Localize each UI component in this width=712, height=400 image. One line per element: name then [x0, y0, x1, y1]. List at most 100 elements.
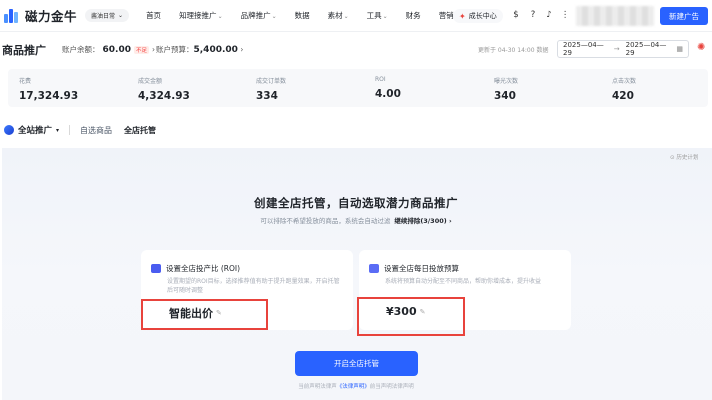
truck-icon: [151, 264, 161, 273]
tab-item[interactable]: 全店托管: [124, 125, 156, 136]
coin-icon[interactable]: $: [511, 10, 521, 20]
stat-value: 340: [494, 90, 516, 102]
logo-icon: [4, 8, 22, 23]
stat-value: 4,324.93: [138, 90, 190, 102]
nav-item-label: 知理接推广: [179, 11, 217, 20]
stat-label: ROI: [375, 76, 386, 83]
chevron-down-icon: ⌄: [118, 12, 124, 19]
scope-icon: [4, 125, 14, 135]
date-end: 2025—04—29: [625, 41, 667, 57]
footer-pre: 当前声明法律声: [298, 384, 337, 390]
stat-item: 点击次数 420: [612, 76, 636, 102]
stat-value: 420: [612, 90, 634, 102]
nav-item-label: 素材: [327, 11, 343, 20]
stat-value: 17,324.93: [19, 90, 79, 102]
nav-item[interactable]: 工具⌄: [358, 10, 397, 21]
nav-item[interactable]: 素材⌄: [319, 10, 358, 21]
stat-label: 曝光次数: [494, 78, 519, 85]
nav-item-label: 工具: [366, 11, 382, 20]
stat-item: ROI 4.00: [375, 76, 401, 100]
history-link[interactable]: ⊙ 历史计划: [670, 153, 698, 161]
logo[interactable]: 磁力金牛: [4, 6, 77, 25]
arrow-right-icon: →: [613, 45, 620, 53]
tabs-row: 全站推广 ▾ 自选商品 全店托管: [4, 124, 168, 136]
nav-item[interactable]: 财务: [397, 10, 430, 21]
legal-link[interactable]: 《法律声明》: [337, 384, 370, 390]
new-ad-button[interactable]: 新建广告: [660, 7, 708, 25]
help-icon[interactable]: ?: [528, 10, 538, 20]
date-start: 2025—04—29: [563, 41, 604, 57]
exclude-label: 继续排除(3/300): [394, 217, 447, 225]
stat-item: 成交订单数 334: [256, 76, 286, 102]
card-header: 设置全店投产比 (ROI): [151, 263, 240, 274]
stats-bar: 花费 17,324.93 成交金额 4,324.93 成交订单数 334 ROI 4.00 曝光…: [8, 69, 708, 107]
chevron-down-icon: ⌄: [382, 13, 388, 20]
caret-down-icon: ▾: [56, 126, 60, 134]
nav-item-label: 品牌推广: [240, 11, 271, 20]
user-info-blurred[interactable]: [576, 6, 654, 26]
divider: [69, 125, 71, 135]
nav-item[interactable]: 数据: [286, 10, 319, 21]
hero-subtitle: 可以排除不希望投放的商品，系统会自动过滤 继续排除(3/300) ›: [0, 215, 712, 225]
start-hosting-button[interactable]: 开启全店托管: [295, 351, 418, 376]
chevron-down-icon: ⌄: [343, 13, 349, 20]
footer-post: 前当声明法律声明: [369, 384, 414, 390]
stat-label: 花费: [19, 78, 32, 85]
growth-center-button[interactable]: ✦ 成长中心: [453, 9, 503, 23]
chevron-down-icon: ⌄: [217, 13, 223, 20]
brand-name: 磁力金牛: [25, 9, 78, 24]
stat-item: 曝光次数 340: [494, 76, 518, 102]
budget-value: 5,400.00: [193, 45, 238, 55]
scope-selector[interactable]: 全站推广 ▾: [4, 124, 59, 136]
budget-icon: [369, 264, 379, 273]
scope-label: 全站推广: [18, 126, 53, 136]
chevron-right-icon[interactable]: ›: [152, 45, 155, 54]
nav-item-label: 数据: [294, 11, 310, 20]
page-title: 商品推广: [2, 44, 46, 57]
chevron-down-icon: ⌄: [271, 13, 277, 20]
card-description: 设置期望的ROI目标，选择推荐值有助于提升跑量效果，开启托管后可随时调整: [167, 278, 340, 294]
growth-center-label: 成长中心: [468, 12, 497, 20]
budget-label: 账户预算：: [156, 45, 194, 54]
balance-value: 60.00: [102, 44, 131, 55]
apps-icon[interactable]: ⋮: [560, 10, 570, 20]
card-title: 设置全店每日投放预算: [384, 264, 459, 273]
update-time: 更新于 04-30 14:00 数据: [478, 47, 549, 54]
highlight-box: [141, 299, 268, 330]
account-balance: 账户余额： 60.00 不足 ›: [62, 44, 155, 55]
main-menu: 首页知理接推广⌄品牌推广⌄数据素材⌄工具⌄财务营销中心: [137, 10, 478, 21]
nav-item-label: 财务: [405, 11, 421, 20]
stat-label: 成交金额: [138, 78, 163, 85]
exclude-link[interactable]: 继续排除(3/300) ›: [394, 217, 451, 225]
footer-note: 当前声明法律声《法律声明》前当声明法律声明: [0, 382, 712, 390]
nav-item[interactable]: 首页: [137, 10, 170, 21]
tab-list: 自选商品 全店托管: [80, 125, 168, 136]
balance-label: 账户余额：: [62, 45, 100, 54]
shop-name: 酱油日常: [91, 13, 116, 20]
status-badge: 不足: [133, 45, 149, 54]
history-label: 历史计划: [676, 155, 699, 161]
alert-icon[interactable]: ✺: [697, 42, 705, 53]
tab-item[interactable]: 自选商品: [80, 125, 112, 136]
hero-title: 创建全店托管，自动选取潜力商品推广: [254, 196, 458, 210]
stat-item: 成交金额 4,324.93: [138, 76, 190, 102]
highlight-box: [357, 297, 465, 336]
nav-item[interactable]: 品牌推广⌄: [232, 10, 286, 21]
nav-item-label: 首页: [146, 11, 162, 20]
calendar-icon: ▦: [676, 45, 683, 53]
stat-value: 334: [256, 90, 278, 102]
stat-item: 花费 17,324.93: [19, 76, 78, 102]
card-header: 设置全店每日投放预算: [369, 263, 459, 274]
growth-icon: ✦: [459, 11, 466, 21]
nav-item[interactable]: 知理接推广⌄: [170, 10, 232, 21]
bell-icon[interactable]: ♪: [544, 10, 554, 20]
date-range-picker[interactable]: 2025—04—29 → 2025—04—29 ▦: [557, 40, 689, 58]
account-budget[interactable]: 账户预算：5,400.00 ›: [156, 44, 243, 55]
stat-value: 4.00: [375, 88, 401, 100]
card-description: 系统将预算自动分配至不同商品，帮助你增成本，提升收益: [385, 278, 542, 285]
stat-label: 点击次数: [612, 78, 637, 85]
shop-selector[interactable]: 酱油日常 ⌄: [85, 9, 130, 22]
card-title: 设置全店投产比 (ROI): [166, 264, 241, 273]
stat-label: 成交订单数: [256, 78, 287, 85]
chevron-right-icon: ›: [240, 45, 244, 54]
